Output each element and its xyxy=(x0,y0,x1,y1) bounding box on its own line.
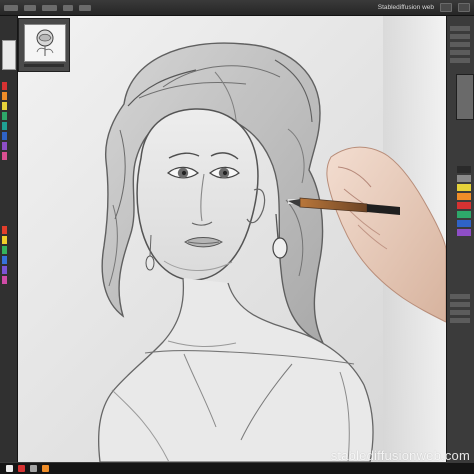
color-preview-box[interactable] xyxy=(456,74,474,120)
left-swatch-red[interactable] xyxy=(2,82,7,90)
taskbar-app-icon-3[interactable] xyxy=(30,465,37,472)
panel-swatch-orange[interactable] xyxy=(457,193,471,200)
drawing-app-screen: Stablediffusion web stablediffusionweb.c… xyxy=(0,0,474,474)
menu-item-4[interactable] xyxy=(63,4,73,11)
bottom-taskbar xyxy=(0,462,474,474)
document-title: Stablediffusion web xyxy=(377,4,434,11)
panel-row-7[interactable] xyxy=(450,302,470,307)
left-swatch-bright-blue[interactable] xyxy=(2,256,7,264)
drawing-canvas[interactable] xyxy=(18,16,446,462)
panel-swatch-yellow[interactable] xyxy=(457,184,471,191)
left-swatch-blue[interactable] xyxy=(2,132,7,140)
left-swatch-pink[interactable] xyxy=(2,152,7,160)
window-close-icon[interactable] xyxy=(458,3,470,12)
panel-row-1[interactable] xyxy=(450,26,470,31)
panel-row-6[interactable] xyxy=(450,294,470,299)
left-tool-strip xyxy=(0,16,18,468)
zoom-slider[interactable] xyxy=(24,64,64,67)
navigator-panel xyxy=(18,18,70,72)
panel-row-3[interactable] xyxy=(450,42,470,47)
menu-item-2[interactable] xyxy=(24,4,36,11)
left-swatch-green[interactable] xyxy=(2,112,7,120)
menu-item-3[interactable] xyxy=(42,4,57,11)
taskbar-app-icon-4[interactable] xyxy=(42,465,49,472)
left-swatch-teal[interactable] xyxy=(2,122,7,130)
panel-swatch-purple[interactable] xyxy=(457,229,471,236)
panel-row-2[interactable] xyxy=(450,34,470,39)
panel-swatch-red[interactable] xyxy=(457,202,471,209)
panel-swatch-dark[interactable] xyxy=(457,166,471,173)
panel-row-9[interactable] xyxy=(450,318,470,323)
watermark-text: stablediffusionweb.com xyxy=(330,448,470,463)
left-swatch-purple[interactable] xyxy=(2,142,7,150)
page-icon[interactable] xyxy=(2,40,16,70)
panel-swatch-blue[interactable] xyxy=(457,220,471,227)
panel-swatch-gray[interactable] xyxy=(457,175,471,182)
left-swatch-bright-green[interactable] xyxy=(2,246,7,254)
left-swatch-orange[interactable] xyxy=(2,92,7,100)
window-minimize-icon[interactable] xyxy=(440,3,452,12)
panel-row-5[interactable] xyxy=(450,58,470,63)
panel-row-8[interactable] xyxy=(450,310,470,315)
left-swatch-bright-yellow[interactable] xyxy=(2,236,7,244)
left-swatch-violet[interactable] xyxy=(2,266,7,274)
portrait-sketch xyxy=(18,16,446,462)
panel-row-4[interactable] xyxy=(450,50,470,55)
taskbar-app-icon-2[interactable] xyxy=(18,465,25,472)
taskbar-app-icon-1[interactable] xyxy=(6,465,13,472)
panel-swatch-green[interactable] xyxy=(457,211,471,218)
left-swatch-bright-red[interactable] xyxy=(2,226,7,234)
left-swatch-magenta[interactable] xyxy=(2,276,7,284)
top-app-bar: Stablediffusion web xyxy=(0,0,474,16)
rose-thumbnail[interactable] xyxy=(24,24,66,62)
menu-item-1[interactable] xyxy=(4,4,18,11)
menu-item-5[interactable] xyxy=(79,4,91,11)
left-swatch-yellow[interactable] xyxy=(2,102,7,110)
right-layers-panel xyxy=(446,16,474,468)
rose-thumbnail-icon xyxy=(36,29,54,56)
